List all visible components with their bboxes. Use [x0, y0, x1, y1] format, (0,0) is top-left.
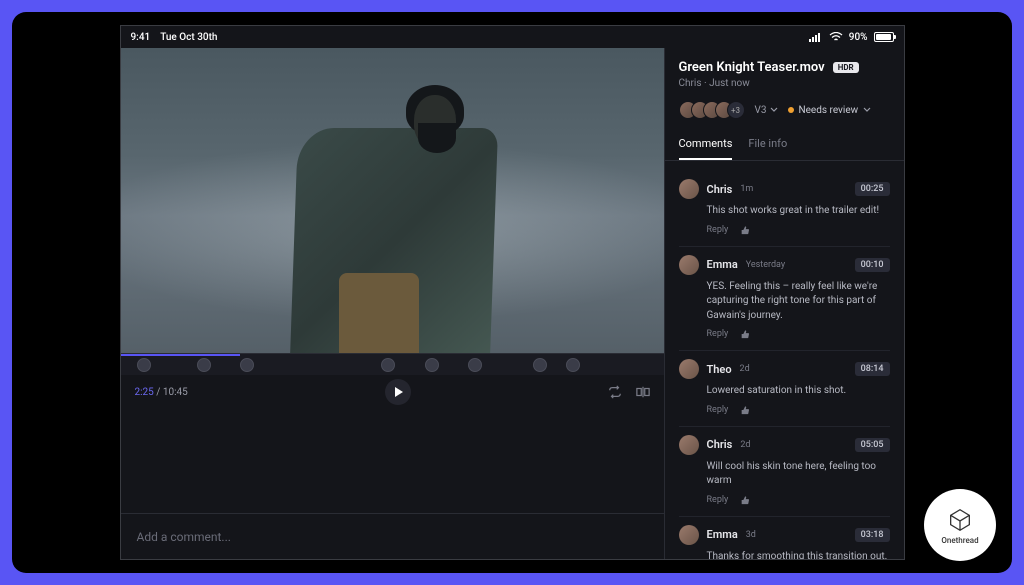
hdr-badge: HDR: [833, 62, 859, 73]
review-status[interactable]: Needs review: [788, 105, 872, 116]
comment-body: This shot works great in the trailer edi…: [707, 204, 890, 219]
comment-age: 2d: [740, 364, 750, 374]
comment-item: Chris 2d 05:05 Will cool his skin tone here…: [679, 427, 890, 517]
file-title: Green Knight Teaser.mov: [679, 60, 825, 75]
comment-item: Emma 3d 03:18 Thanks for smoothing this tra…: [679, 517, 890, 560]
timeline-markers[interactable]: [121, 353, 664, 375]
timeline-marker[interactable]: [566, 358, 580, 372]
comment-author: Theo: [707, 363, 732, 376]
player-controls: 2:25 / 10:45: [121, 375, 664, 409]
reply-button[interactable]: Reply: [707, 329, 729, 342]
comment-body: Will cool his skin tone here, feeling to…: [707, 460, 890, 489]
avatar: [679, 255, 699, 275]
avatar: [679, 435, 699, 455]
comment-age: 2d: [740, 440, 750, 450]
comments-list: Chris 1m 00:25 This shot works great in the…: [665, 161, 904, 559]
timeline-marker[interactable]: [381, 358, 395, 372]
comment-timestamp[interactable]: 05:05: [855, 438, 890, 452]
progress-bar: [121, 354, 240, 356]
battery-icon: [874, 32, 894, 42]
status-bar: 9:41 Tue Oct 30th 90%: [121, 26, 904, 48]
comment-author: Emma: [707, 258, 738, 271]
like-button[interactable]: [740, 225, 750, 238]
comment-author: Emma: [707, 528, 738, 541]
comment-body: Thanks for smoothing this transition out…: [707, 550, 890, 560]
like-button[interactable]: [740, 329, 750, 342]
status-time: 9:41: [131, 32, 151, 43]
wifi-icon: [829, 32, 843, 42]
timeline-marker[interactable]: [137, 358, 151, 372]
avatar: [679, 359, 699, 379]
file-subtitle: Chris · Just now: [679, 78, 890, 89]
play-button[interactable]: [385, 379, 411, 405]
like-button[interactable]: [740, 495, 750, 508]
comment-item: Chris 1m 00:25 This shot works great in the…: [679, 171, 890, 247]
current-time: 2:25: [135, 387, 154, 398]
avatar: [679, 179, 699, 199]
video-pane: 2:25 / 10:45 Add a comment...: [121, 48, 664, 559]
comment-input[interactable]: Add a comment...: [121, 513, 664, 559]
reply-button[interactable]: Reply: [707, 405, 729, 418]
comment-item: Emma Yesterday 00:10 YES. Feeling this – re…: [679, 247, 890, 352]
timeline-marker[interactable]: [468, 358, 482, 372]
avatar: [679, 525, 699, 545]
comment-age: Yesterday: [746, 260, 785, 270]
compare-icon[interactable]: [636, 385, 650, 399]
battery-percent: 90%: [849, 32, 868, 43]
comment-body: YES. Feeling this – really feel like we'…: [707, 280, 890, 324]
reply-button[interactable]: Reply: [707, 225, 729, 238]
version-selector[interactable]: V3: [755, 105, 778, 116]
onethread-logo: Onethread: [924, 489, 996, 561]
side-panel: Green Knight Teaser.mov HDR Chris · Just…: [664, 48, 904, 559]
loop-icon[interactable]: [608, 385, 622, 399]
app-window: 9:41 Tue Oct 30th 90% 2:25 / 10:45: [120, 25, 905, 560]
reply-button[interactable]: Reply: [707, 495, 729, 508]
avatars-more[interactable]: +3: [727, 101, 745, 119]
comment-timestamp[interactable]: 00:10: [855, 258, 890, 272]
video-preview[interactable]: [121, 48, 664, 353]
comment-item: Theo 2d 08:14 Lowered saturation in this sh…: [679, 351, 890, 427]
comment-age: 3d: [746, 530, 756, 540]
comment-timestamp[interactable]: 03:18: [855, 528, 890, 542]
timeline-marker[interactable]: [425, 358, 439, 372]
comment-author: Chris: [707, 438, 733, 451]
cellular-icon: [809, 32, 823, 42]
timeline-marker[interactable]: [240, 358, 254, 372]
comment-body: Lowered saturation in this shot.: [707, 384, 890, 399]
collaborator-avatars[interactable]: +3: [679, 101, 745, 119]
comment-timestamp[interactable]: 00:25: [855, 182, 890, 196]
comment-author: Chris: [707, 183, 733, 196]
comment-age: 1m: [740, 184, 753, 194]
comment-timestamp[interactable]: 08:14: [855, 362, 890, 376]
tab-comments[interactable]: Comments: [679, 129, 733, 160]
like-button[interactable]: [740, 405, 750, 418]
total-time: 10:45: [163, 387, 188, 398]
tab-fileinfo[interactable]: File info: [748, 129, 787, 160]
timeline-marker[interactable]: [533, 358, 547, 372]
timeline-marker[interactable]: [197, 358, 211, 372]
status-date: Tue Oct 30th: [160, 32, 217, 43]
